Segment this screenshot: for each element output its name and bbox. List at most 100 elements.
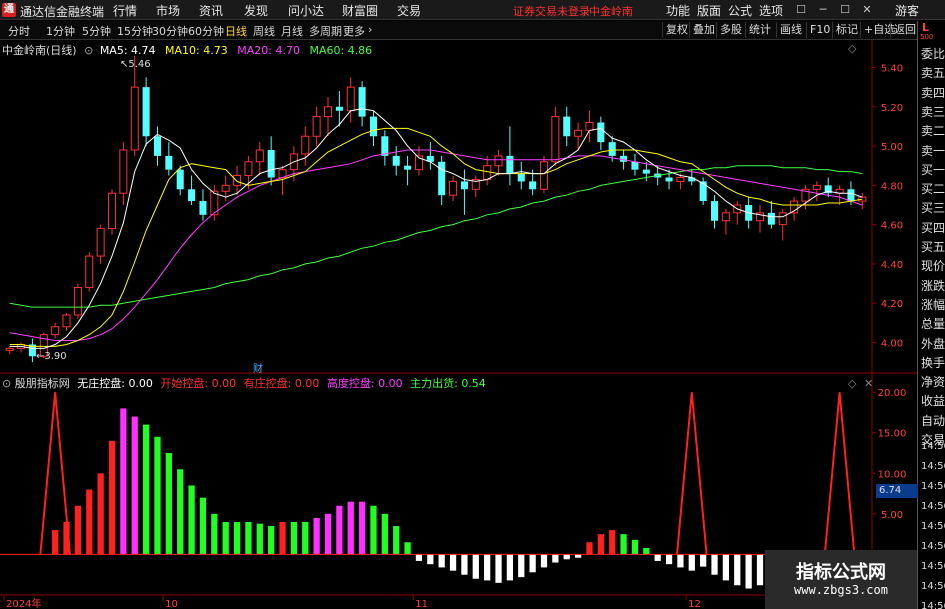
menu-faxian[interactable]: 发现 bbox=[244, 2, 268, 19]
tab-15min[interactable]: 15分钟 bbox=[117, 23, 153, 39]
indicator-bar bbox=[245, 521, 252, 555]
indicator-bar bbox=[665, 554, 673, 565]
ma20-line bbox=[9, 149, 863, 341]
tab-1min[interactable]: 1分钟 bbox=[46, 23, 75, 39]
indicator-bar bbox=[188, 485, 195, 555]
candle-body-up bbox=[119, 149, 128, 194]
tick-time: 14:56 bbox=[921, 461, 945, 472]
login-warning[interactable]: 证券交易未登录 bbox=[513, 3, 590, 19]
title-bar: 通 通达信金融终端 行情 市场 资讯 发现 问小达 财富圈 交易 证券交易未登录… bbox=[0, 0, 945, 20]
candle-body-up bbox=[130, 86, 139, 151]
candle-body-down bbox=[142, 87, 150, 137]
stock-title[interactable]: 中金岭南(日线) bbox=[2, 44, 77, 57]
ma20-value: MA20: 4.70 bbox=[237, 44, 300, 57]
panel-label: 卖五 bbox=[921, 66, 945, 81]
multi-stock-button[interactable]: 多股 bbox=[716, 22, 745, 38]
indicator-bar bbox=[734, 554, 741, 586]
maximize-icon[interactable]: ☐ bbox=[838, 3, 852, 17]
candle-body-down bbox=[517, 173, 525, 182]
indicator-bar bbox=[745, 554, 752, 589]
tick-time: 14:56 bbox=[921, 601, 945, 609]
indicator-bar bbox=[643, 547, 650, 555]
quote-side-panel: L 500 委比 卖五 卖四 卖三 卖二 卖一 买一 买二 买三 买四 买五 现价 涨跌 涨幅 总量 外盘 换手… bbox=[876, 21, 945, 609]
candle-body-down bbox=[188, 189, 196, 202]
indicator-bar bbox=[313, 517, 320, 555]
watermark-url: www.zbgs3.com bbox=[794, 583, 888, 597]
tab-monthly[interactable]: 月线 bbox=[281, 23, 303, 39]
panel-label: 现价 bbox=[921, 259, 945, 274]
indicator-bar bbox=[324, 513, 332, 555]
tab-30min[interactable]: 30分钟 bbox=[152, 23, 188, 39]
indicator-bar bbox=[700, 554, 707, 567]
period-toolbar: 分时 1分钟 5分钟 15分钟 30分钟 60分钟 日线 周线 月线 多周期 更… bbox=[0, 21, 945, 40]
menu-caifuquan[interactable]: 财富圈 bbox=[342, 2, 378, 19]
tab-multi-period[interactable]: 多周期 bbox=[309, 23, 342, 39]
tab-daily[interactable]: 日线 bbox=[225, 23, 247, 39]
panel-label[interactable]: 自动 bbox=[921, 414, 945, 428]
candle-body-up bbox=[244, 161, 253, 177]
menu-zixun[interactable]: 资讯 bbox=[199, 2, 223, 19]
tick-time: 14:56 bbox=[921, 521, 945, 532]
tick-time: 14:56 bbox=[921, 541, 945, 552]
menu-hangqing[interactable]: 行情 bbox=[113, 2, 137, 19]
guest-label[interactable]: 游客 bbox=[895, 2, 919, 19]
fuquan-button[interactable]: 复权 bbox=[662, 22, 691, 38]
tab-more[interactable]: 更多 bbox=[343, 23, 365, 39]
indicator-bar bbox=[449, 554, 457, 571]
menu-shichang[interactable]: 市场 bbox=[156, 2, 180, 19]
menu-banmian[interactable]: 版面 bbox=[697, 2, 721, 19]
tab-weekly[interactable]: 周线 bbox=[253, 23, 275, 39]
indicator-bar bbox=[97, 473, 104, 555]
ma10-line bbox=[9, 127, 863, 347]
indicator-tick-label: 5.00 bbox=[881, 510, 903, 521]
minimize-icon[interactable]: ─ bbox=[816, 3, 830, 17]
tab-5min[interactable]: 5分钟 bbox=[82, 23, 111, 39]
panel-label: 涨跌 bbox=[921, 278, 945, 293]
f10-button[interactable]: F10 bbox=[806, 22, 833, 38]
indicator-title[interactable]: 殷朋指标网 bbox=[15, 377, 70, 390]
menu-xuanxiang[interactable]: 选项 bbox=[759, 2, 783, 19]
expand-sub-icon[interactable]: ◇ bbox=[848, 377, 856, 390]
menu-gongneng[interactable]: 功能 bbox=[666, 2, 690, 19]
indicator-bar bbox=[461, 554, 468, 575]
indicator-bar bbox=[688, 554, 695, 571]
overlay-button[interactable]: 叠加 bbox=[689, 22, 718, 38]
indicator-tick-label: 15.00 bbox=[878, 429, 907, 440]
candle-body-down bbox=[335, 106, 343, 111]
chevron-right-icon[interactable]: › bbox=[368, 23, 372, 36]
finance-event-marker[interactable]: 财 bbox=[253, 360, 263, 375]
indicator-bar bbox=[268, 526, 275, 555]
menu-wenxiaoda[interactable]: 问小达 bbox=[288, 2, 324, 19]
tab-fenshi[interactable]: 分时 bbox=[8, 23, 30, 39]
stats-button[interactable]: 统计 bbox=[745, 22, 774, 38]
candle-body-up bbox=[301, 135, 310, 155]
menu-gongshi[interactable]: 公式 bbox=[728, 2, 752, 19]
date-tick-label: 2024年 bbox=[6, 597, 41, 609]
indicator-bar bbox=[495, 554, 502, 583]
expand-icon[interactable]: ◇ bbox=[848, 42, 856, 55]
app-name: 通达信金融终端 bbox=[20, 5, 105, 19]
draw-line-button[interactable]: 画线 bbox=[776, 22, 805, 38]
candle-body-down bbox=[711, 201, 719, 221]
indicator-bar bbox=[177, 469, 184, 555]
price-axis: 5.40 5.20 5.00 4.80 4.60 4.40 4.20 4.00 bbox=[872, 64, 903, 350]
kline-chart-area[interactable]: 5.40 5.20 5.00 4.80 4.60 4.40 4.20 4.00 20.00 15… bbox=[0, 40, 917, 609]
chevron-down-icon[interactable]: ⊙ bbox=[84, 44, 93, 57]
menu-jiaoyi[interactable]: 交易 bbox=[397, 2, 421, 19]
price-tick-label: 5.20 bbox=[881, 103, 903, 114]
candle-body-down bbox=[404, 165, 412, 170]
restore-window-icon[interactable]: ☐ bbox=[794, 3, 808, 17]
close-sub-icon[interactable]: ✕ bbox=[864, 377, 873, 390]
mark-button[interactable]: 标记 bbox=[832, 22, 861, 38]
date-axis: 2024年1011121 bbox=[3, 595, 842, 609]
watermark-badge: 指标公式网 www.zbgs3.com bbox=[765, 550, 917, 609]
close-icon[interactable]: ✕ bbox=[860, 3, 874, 17]
panel-label: 委比 bbox=[921, 47, 945, 61]
indicator-settings-icon[interactable]: ⊙ bbox=[2, 377, 11, 390]
tick-time: 14:56 bbox=[921, 581, 945, 592]
back-button[interactable]: 返回 bbox=[890, 22, 919, 38]
tab-60min[interactable]: 60分钟 bbox=[188, 23, 224, 39]
candle-body-up bbox=[107, 192, 117, 230]
candle-body-up bbox=[483, 165, 492, 180]
indicator-bar bbox=[358, 501, 366, 555]
